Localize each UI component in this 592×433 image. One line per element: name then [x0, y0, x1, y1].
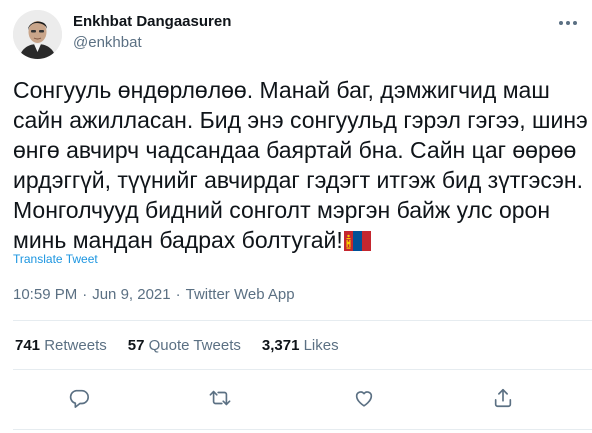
- divider: [13, 369, 592, 370]
- retweet-icon[interactable]: [207, 385, 233, 411]
- divider: [13, 429, 592, 430]
- quote-tweets-label: Quote Tweets: [148, 337, 241, 354]
- meta-separator: ·: [82, 286, 88, 303]
- tweet-source[interactable]: Twitter Web App: [186, 286, 295, 303]
- tweet-card: Enkhbat Dangaasuren @enkhbat Сонгууль өн…: [0, 0, 592, 433]
- quote-tweets-count: 57: [127, 337, 145, 354]
- avatar[interactable]: [13, 10, 62, 59]
- mongolia-flag-icon: [343, 228, 371, 258]
- reply-icon[interactable]: [66, 385, 92, 411]
- likes-count: 3,371: [261, 337, 300, 354]
- likes-stat[interactable]: 3,371 Likes: [262, 337, 339, 354]
- retweets-count: 741: [15, 337, 41, 354]
- tweet-meta: 10:59 PM · Jun 9, 2021 · Twitter Web App: [13, 286, 295, 303]
- likes-label: Likes: [303, 337, 339, 354]
- more-icon[interactable]: [555, 14, 581, 32]
- retweets-label: Retweets: [44, 337, 107, 354]
- heart-icon[interactable]: [351, 385, 377, 411]
- share-icon[interactable]: [490, 385, 516, 411]
- retweets-stat[interactable]: 741 Retweets: [15, 337, 107, 354]
- tweet-date[interactable]: Jun 9, 2021: [92, 286, 170, 303]
- meta-separator: ·: [175, 286, 181, 303]
- quote-tweets-stat[interactable]: 57 Quote Tweets: [128, 337, 241, 354]
- tweet-text: Сонгууль өндөрлөлөө. Манай баг, дэмжигчи…: [13, 75, 588, 258]
- divider: [13, 320, 592, 321]
- tweet-body: Сонгууль өндөрлөлөө. Манай баг, дэмжигчи…: [13, 77, 588, 253]
- author-name[interactable]: Enkhbat Dangaasuren: [73, 13, 231, 30]
- tweet-time[interactable]: 10:59 PM: [13, 286, 77, 303]
- author-handle[interactable]: @enkhbat: [73, 34, 142, 51]
- tweet-stats: 741 Retweets 57 Quote Tweets 3,371 Likes: [15, 337, 339, 354]
- translate-tweet-link[interactable]: Translate Tweet: [13, 252, 98, 266]
